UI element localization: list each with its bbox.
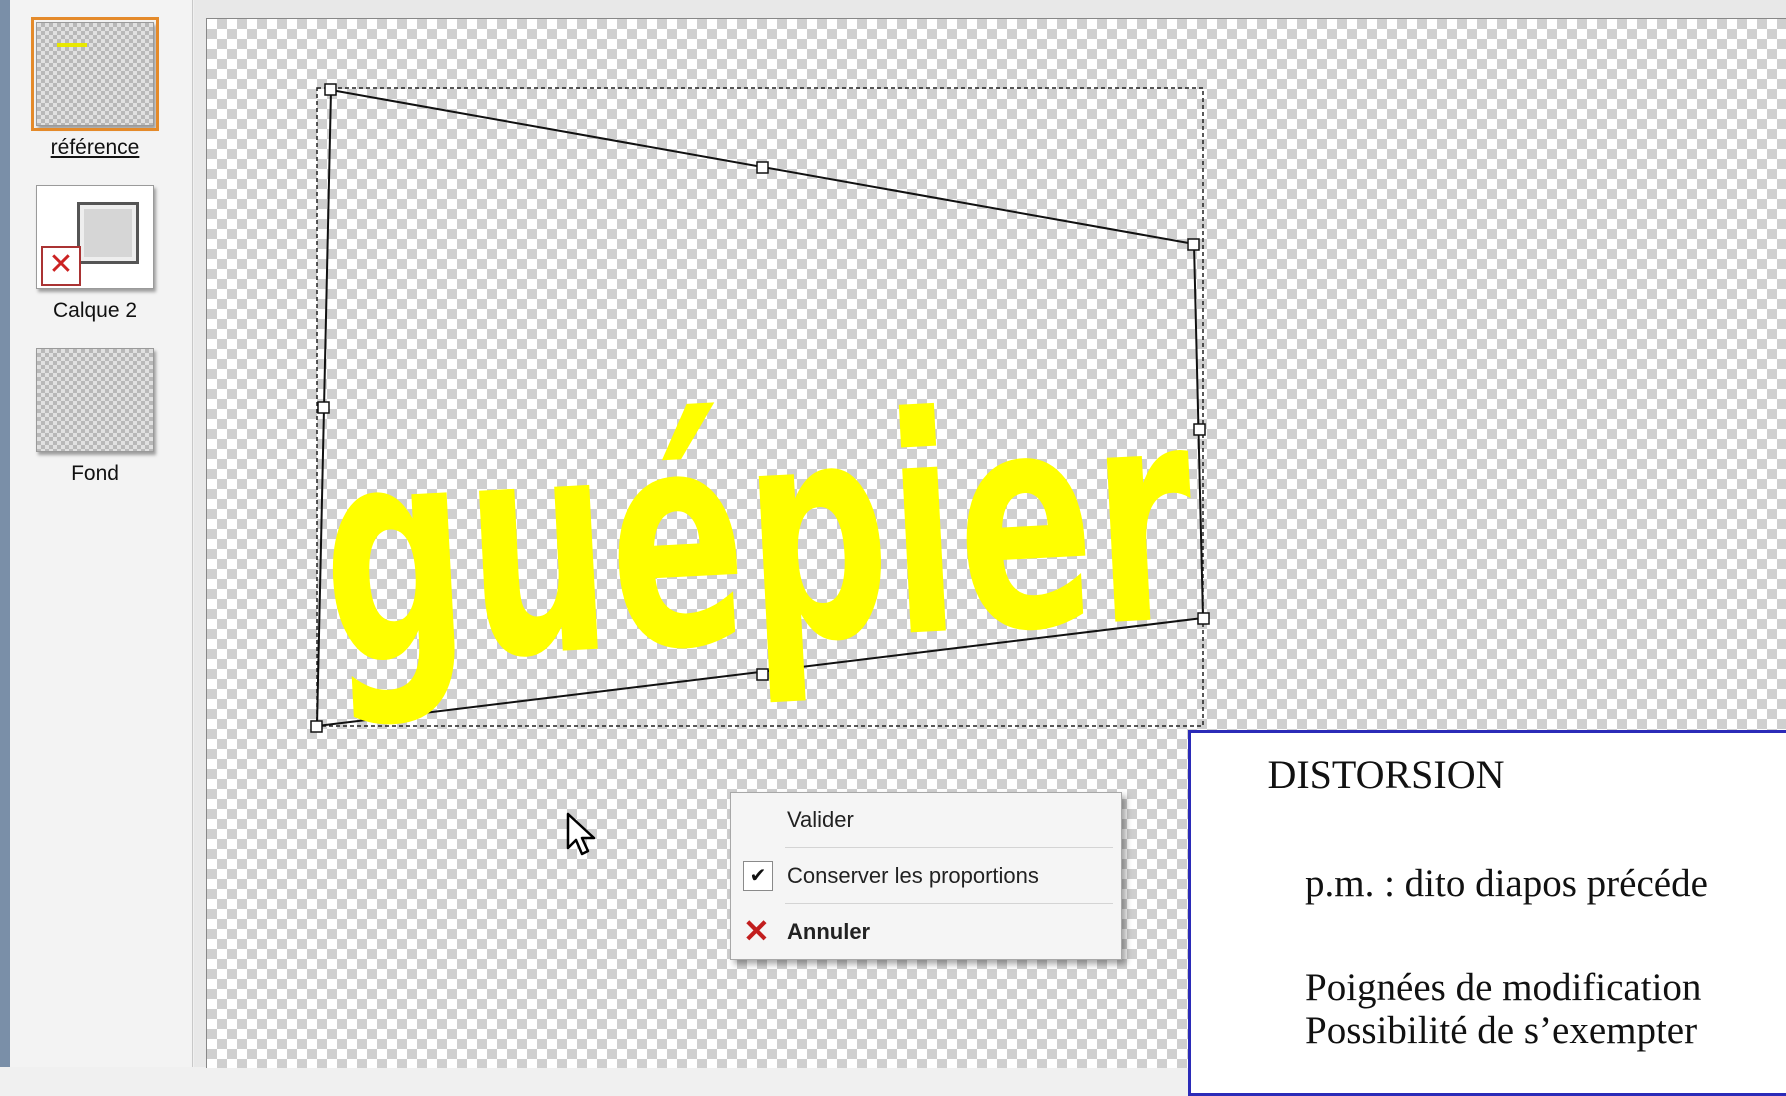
menu-item-conserver-proportions[interactable]: ✔ Conserver les proportions bbox=[731, 851, 1121, 901]
handle-top-left[interactable] bbox=[324, 83, 337, 96]
check-icon[interactable]: ✔ bbox=[743, 861, 773, 891]
menu-item-label: Conserver les proportions bbox=[787, 863, 1039, 888]
cancel-x-icon: ✕ bbox=[743, 913, 770, 949]
menu-item-label: Annuler bbox=[787, 919, 871, 944]
menu-separator bbox=[785, 903, 1113, 904]
annotation-title: DISTORSION bbox=[1267, 752, 1505, 797]
annotation-line: p.m. : dito diapos précéde bbox=[1305, 862, 1708, 905]
annotation-line: Possibilité de s’exempter bbox=[1305, 1009, 1698, 1052]
menu-separator bbox=[785, 847, 1113, 848]
annotation-line: Poignées de modification bbox=[1305, 966, 1702, 1009]
handle-right-mid[interactable] bbox=[1193, 423, 1206, 436]
context-menu: Valider ✔ Conserver les proportions ✕ An… bbox=[730, 792, 1122, 960]
handle-bottom-mid[interactable] bbox=[756, 668, 769, 681]
handle-top-mid[interactable] bbox=[756, 161, 769, 174]
menu-item-annuler[interactable]: ✕ Annuler bbox=[731, 907, 1121, 957]
annotation-box: DISTORSION p.m. : dito diapos précéde Po… bbox=[1188, 730, 1786, 1096]
handle-bottom-left[interactable] bbox=[310, 720, 323, 733]
handle-bottom-right[interactable] bbox=[1197, 612, 1210, 625]
handle-top-right[interactable] bbox=[1187, 238, 1200, 251]
menu-item-label: Valider bbox=[787, 807, 854, 832]
handle-left-mid[interactable] bbox=[317, 401, 330, 414]
mouse-pointer-icon bbox=[566, 812, 596, 856]
menu-item-valider[interactable]: Valider bbox=[731, 795, 1121, 845]
